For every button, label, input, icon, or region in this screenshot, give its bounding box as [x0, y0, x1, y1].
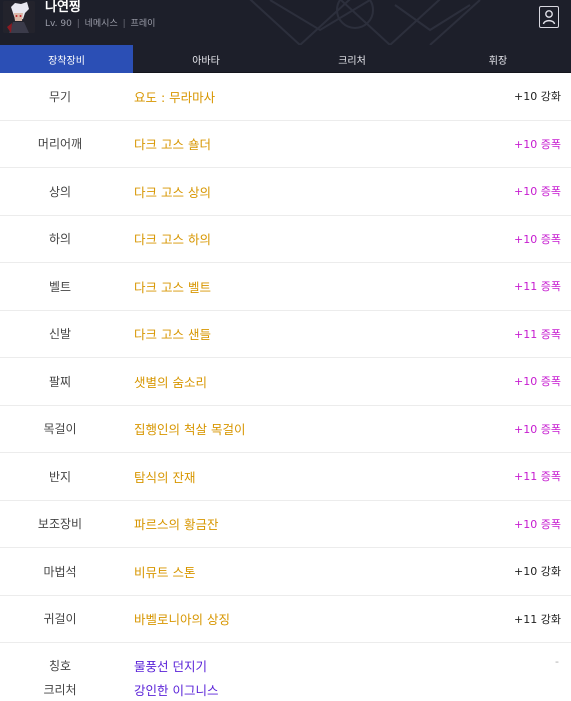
- item-name[interactable]: 샛별의 숨소리: [134, 372, 207, 391]
- title-row[interactable]: 칭호 물풍선 던지기 -: [0, 653, 571, 677]
- slot-label: 반지: [48, 469, 72, 484]
- meta-separator: |: [122, 19, 126, 29]
- character-job: 네메시스: [84, 19, 118, 29]
- slot-label: 하의: [48, 232, 72, 247]
- slot-label: 벨트: [48, 279, 72, 294]
- tab-equipment[interactable]: 장착장비: [0, 45, 133, 73]
- title-value[interactable]: 물풍선 던지기: [134, 656, 207, 675]
- creature-row[interactable]: 크리처 강인한 이그니스: [0, 677, 571, 701]
- equipment-row-bracelet[interactable]: 팔찌 샛별의 숨소리 +10 증폭: [0, 358, 571, 406]
- equipment-tabs: 장착장비 아바타 크리처 휘장: [0, 45, 571, 73]
- item-name[interactable]: 파르스의 황금잔: [134, 514, 218, 533]
- equipment-row-bottom[interactable]: 하의 다크 고스 하의 +10 증폭: [0, 216, 571, 263]
- character-avatar[interactable]: [3, 1, 35, 33]
- equipment-list: 무기 요도 : 무라마사 +10 강화 머리어깨 다크 고스 숄더 +10 증폭…: [0, 73, 571, 643]
- equipment-row-necklace[interactable]: 목걸이 집행인의 척살 목걸이 +10 증폭: [0, 406, 571, 453]
- equipment-row-belt[interactable]: 벨트 다크 고스 벨트 +11 증폭: [0, 263, 571, 311]
- slot-label: 귀걸이: [43, 612, 77, 627]
- slot-label: 무기: [48, 89, 72, 104]
- slot-label: 신발: [48, 327, 72, 342]
- equipment-row-earring[interactable]: 귀걸이 바벨로니아의 상징 +11 강화: [0, 596, 571, 643]
- creature-slot-label: 크리처: [43, 682, 77, 697]
- equipment-row-shoulder[interactable]: 머리어깨 다크 고스 숄더 +10 증폭: [0, 121, 571, 168]
- tab-creature[interactable]: 크리처: [279, 45, 425, 73]
- amplify-level: +10 증폭: [514, 375, 561, 389]
- slot-label: 상의: [48, 184, 72, 199]
- equipment-row-magic-stone[interactable]: 마법석 비뮤트 스톤 +10 강화: [0, 548, 571, 596]
- enhance-level: +11 강화: [514, 612, 561, 626]
- title-slot-label: 칭호: [48, 658, 72, 673]
- equipment-row-shoes[interactable]: 신발 다크 고스 샌들 +11 증폭: [0, 311, 571, 358]
- tab-emblem[interactable]: 휘장: [425, 45, 571, 73]
- item-name[interactable]: 다크 고스 벨트: [134, 277, 211, 296]
- creature-value[interactable]: 강인한 이그니스: [134, 680, 218, 699]
- amplify-level: +10 증폭: [514, 137, 561, 151]
- character-guild: 프레이: [130, 19, 156, 29]
- slot-label: 팔찌: [48, 374, 72, 389]
- character-level: Lv. 90: [45, 19, 72, 29]
- equipment-row-weapon[interactable]: 무기 요도 : 무라마사 +10 강화: [0, 73, 571, 121]
- slot-label: 마법석: [43, 564, 77, 579]
- amplify-level: +10 증폭: [514, 517, 561, 531]
- character-meta: Lv. 90 | 네메시스 | 프레이: [45, 18, 155, 30]
- equipment-row-top[interactable]: 상의 다크 고스 상의 +10 증폭: [0, 168, 571, 216]
- slot-label: 머리어깨: [37, 137, 83, 152]
- item-name[interactable]: 다크 고스 숄더: [134, 134, 211, 153]
- extra-info: 칭호 물풍선 던지기 - 크리처 강인한 이그니스: [0, 653, 571, 701]
- character-name: 나연찡: [45, 0, 81, 15]
- item-name[interactable]: 바벨로니아의 상징: [134, 609, 230, 628]
- item-name[interactable]: 다크 고스 상의: [134, 182, 211, 201]
- item-name[interactable]: 다크 고스 샌들: [134, 324, 211, 343]
- amplify-level: +10 증폭: [514, 422, 561, 436]
- equipment-row-support[interactable]: 보조장비 파르스의 황금잔 +10 증폭: [0, 501, 571, 548]
- enhance-level: +10 강화: [514, 565, 561, 579]
- item-name[interactable]: 탐식의 잔재: [134, 467, 195, 486]
- meta-separator: |: [76, 19, 80, 29]
- amplify-level: +11 증폭: [514, 327, 561, 341]
- amplify-level: +10 증폭: [514, 232, 561, 246]
- tab-avatar[interactable]: 아바타: [133, 45, 279, 73]
- enhance-level: +10 강화: [514, 90, 561, 104]
- equipment-row-ring[interactable]: 반지 탐식의 잔재 +11 증폭: [0, 453, 571, 501]
- item-name[interactable]: 요도 : 무라마사: [134, 87, 215, 106]
- slot-label: 보조장비: [37, 517, 83, 532]
- amplify-level: +11 증폭: [514, 280, 561, 294]
- profile-button[interactable]: [539, 6, 559, 28]
- amplify-level: +10 증폭: [514, 185, 561, 199]
- character-header: 나연찡 Lv. 90 | 네메시스 | 프레이: [0, 0, 571, 45]
- item-name[interactable]: 비뮤트 스톤: [134, 562, 195, 581]
- item-name[interactable]: 집행인의 척살 목걸이: [134, 419, 245, 438]
- person-silhouette-icon: [542, 10, 556, 25]
- amplify-level: +11 증폭: [514, 470, 561, 484]
- title-dash: -: [555, 655, 559, 668]
- item-name[interactable]: 다크 고스 하의: [134, 229, 211, 248]
- slot-label: 목걸이: [43, 422, 77, 437]
